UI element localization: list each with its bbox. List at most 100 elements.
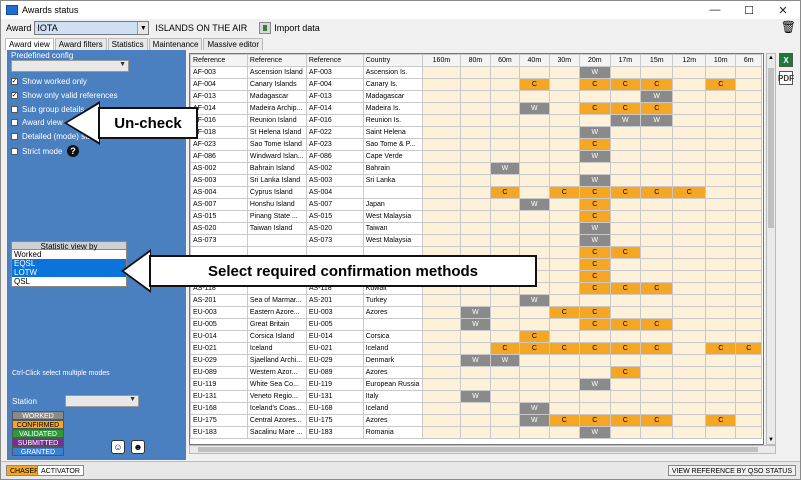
band-column-header[interactable]: 6m [735, 54, 762, 67]
stat-option-qsl[interactable]: QSL [12, 277, 126, 286]
table-row[interactable]: AF-004 Canary Islands AF-004 Canary Is. C C C C… [190, 78, 762, 91]
reference-cell: AS-201 [305, 294, 364, 307]
reference-cell: Saint Helena [362, 126, 423, 139]
table-row[interactable]: AS-073 AS-073 West Malaysia W [190, 234, 762, 247]
strict-mode-checkbox[interactable]: Strict mode [11, 147, 62, 156]
band-column-header[interactable]: 15m [639, 54, 674, 67]
trash-icon[interactable]: 🗑 [781, 20, 796, 34]
band-column-header[interactable]: 80m [460, 54, 491, 67]
help-icon[interactable]: ? [67, 145, 79, 157]
column-header[interactable]: Reference [246, 54, 307, 67]
band-column-header[interactable]: 20m [579, 54, 611, 67]
table-row[interactable]: EU-183 Sacalinu Mare ... EU-183 Romania W [190, 426, 762, 439]
award-view-checkbox[interactable]: Award view [11, 118, 63, 127]
table-row[interactable]: EU-175 Central Azores... EU-175 Azores W C C C C… [190, 414, 762, 427]
table-row[interactable]: AS-004 Cyprus Island AS-004 C C C C C C [190, 186, 762, 199]
table-row[interactable]: AS-020 Taiwan Island AS-020 Taiwan W [190, 222, 762, 235]
tab-massive-editor[interactable]: Massive editor [203, 38, 264, 50]
table-row[interactable]: AS-007 Honshu Island AS-007 Japan W C [190, 198, 762, 211]
table-row[interactable]: EU-168 Iceland's Coas... EU-168 Iceland W [190, 402, 762, 415]
table-row[interactable]: AF-023 Sao Tome Island AF-023 Sao Tome & P.… [190, 138, 762, 151]
column-header[interactable]: Country [362, 54, 423, 67]
table-row[interactable]: EU-003 Eastern Azore... EU-003 Azores W C C [190, 306, 762, 319]
band-status-cell [609, 138, 641, 151]
chevron-down-icon[interactable]: ▼ [137, 22, 149, 34]
table-row[interactable]: EU-119 White Sea Co... EU-119 European Russ… [190, 378, 762, 391]
reference-cell: AS-201 [190, 294, 248, 307]
band-status-cell [704, 366, 737, 379]
band-status-cell [421, 186, 462, 199]
band-status-cell [704, 162, 737, 175]
band-column-header[interactable]: 160m [421, 54, 462, 67]
scroll-up-icon[interactable]: ▲ [767, 55, 775, 61]
table-row[interactable]: EU-014 Corsica Island EU-014 Corsica C [190, 330, 762, 343]
stat-option-lotw[interactable]: LOTW [12, 268, 126, 277]
band-status-cell [548, 102, 581, 115]
band-column-header[interactable]: 17m [609, 54, 641, 67]
checkbox-box[interactable] [11, 133, 18, 140]
table-row[interactable]: AS-002 Bahrain Island AS-002 Bahrain W [190, 162, 762, 175]
band-status-cell [548, 198, 581, 211]
column-header[interactable]: Reference [190, 54, 248, 67]
horizontal-scrollbar[interactable] [189, 445, 776, 454]
award-select[interactable]: IOTA ▼ [34, 21, 150, 35]
table-row[interactable]: AS-003 Sri Lanka Island AS-003 Sri Lanka W [190, 174, 762, 187]
reference-cell: EU-089 [305, 366, 364, 379]
band-status-cell [519, 210, 550, 223]
checkbox-box[interactable]: ✓ [11, 78, 18, 85]
maximize-button[interactable]: ☐ [732, 1, 766, 19]
excel-export-icon[interactable]: X [779, 53, 793, 67]
band-column-header[interactable]: 10m [704, 54, 737, 67]
reference-cell: EU-175 [190, 414, 248, 427]
pdf-export-icon[interactable]: PDF [778, 71, 794, 85]
table-row[interactable]: EU-005 Great Britain EU-005 W C C C [190, 318, 762, 331]
band-column-header[interactable]: 60m [489, 54, 521, 67]
tab-award-filters[interactable]: Award filters [54, 38, 107, 50]
smiley-button[interactable]: ☺ [111, 440, 125, 454]
checkbox-box[interactable] [11, 119, 18, 126]
checkbox-box[interactable] [11, 148, 18, 155]
table-row[interactable]: AF-014 Madeira Archip... AF-014 Madeira Is.… [190, 102, 762, 115]
vertical-scrollbar[interactable]: ▲ ▼ [766, 53, 776, 445]
band-status-cell [489, 222, 521, 235]
chevron-down-icon[interactable]: ▼ [119, 61, 126, 68]
table-row[interactable]: AF-016 Reunion Island AF-016 Reunion Is. W W [190, 114, 762, 127]
stat-option-worked[interactable]: Worked [12, 250, 126, 259]
scroll-down-icon[interactable]: ▼ [767, 437, 775, 443]
checkbox-box[interactable] [11, 106, 18, 113]
table-row[interactable]: EU-021 Iceland EU-021 Iceland C C C C C C C C [190, 342, 762, 355]
close-button[interactable]: ✕ [766, 1, 800, 19]
station-select[interactable]: ▼ [65, 395, 139, 407]
table-row[interactable]: EU-029 Sjaelland Archi... EU-029 Denmark W W [190, 354, 762, 367]
activator-mode-button[interactable]: ACTIVATOR [37, 465, 84, 476]
import-data-button[interactable]: Import data [259, 22, 320, 34]
predefined-config-select[interactable]: ▼ [11, 60, 129, 72]
band-column-header[interactable]: 30m [548, 54, 581, 67]
table-row[interactable]: EU-089 Western Azor... EU-089 Azores C [190, 366, 762, 379]
table-row[interactable]: AF-003 Ascension Island AF-003 Ascension Is… [190, 66, 762, 79]
scroll-thumb[interactable] [198, 447, 758, 452]
view-reference-button[interactable]: VIEW REFERENCE BY QSO STATUS [667, 465, 796, 476]
table-row[interactable]: AF-018 St Helena Island AF-022 Saint Helena… [190, 126, 762, 139]
column-header[interactable]: Reference [305, 54, 364, 67]
checkbox-box[interactable]: ✓ [11, 92, 18, 99]
table-row[interactable]: EU-131 Veneto Regio... EU-131 Italy W [190, 390, 762, 403]
stat-option-eqsl[interactable]: EQSL [12, 259, 126, 268]
reference-cell: Iceland [362, 342, 423, 355]
tab-maintenance[interactable]: Maintenance [148, 38, 203, 50]
band-column-header[interactable]: 12m [672, 54, 706, 67]
refresh-button[interactable]: ☻ [131, 440, 145, 454]
show-valid-references-checkbox[interactable]: ✓ Show only valid references [11, 91, 118, 100]
table-row[interactable]: AF-086 Windward Islan... AF-086 Cape Verde W [190, 150, 762, 163]
band-status-cell: C [579, 102, 611, 115]
table-row[interactable]: AS-201 Sea of Marmar... AS-201 Turkey W [190, 294, 762, 307]
chevron-down-icon[interactable]: ▼ [129, 396, 136, 403]
table-row[interactable]: AF-013 Madagascar AF-013 Madagascar W [190, 90, 762, 103]
scroll-thumb[interactable] [768, 68, 774, 228]
tab-award-view[interactable]: Award view [5, 38, 54, 50]
show-worked-only-checkbox[interactable]: ✓ Show worked only [11, 77, 87, 86]
table-row[interactable]: AS-015 Pinang State ... AS-015 West Malaysi… [190, 210, 762, 223]
band-column-header[interactable]: 40m [519, 54, 550, 67]
minimize-button[interactable]: — [698, 1, 732, 19]
tab-statistics[interactable]: Statistics [107, 38, 148, 50]
